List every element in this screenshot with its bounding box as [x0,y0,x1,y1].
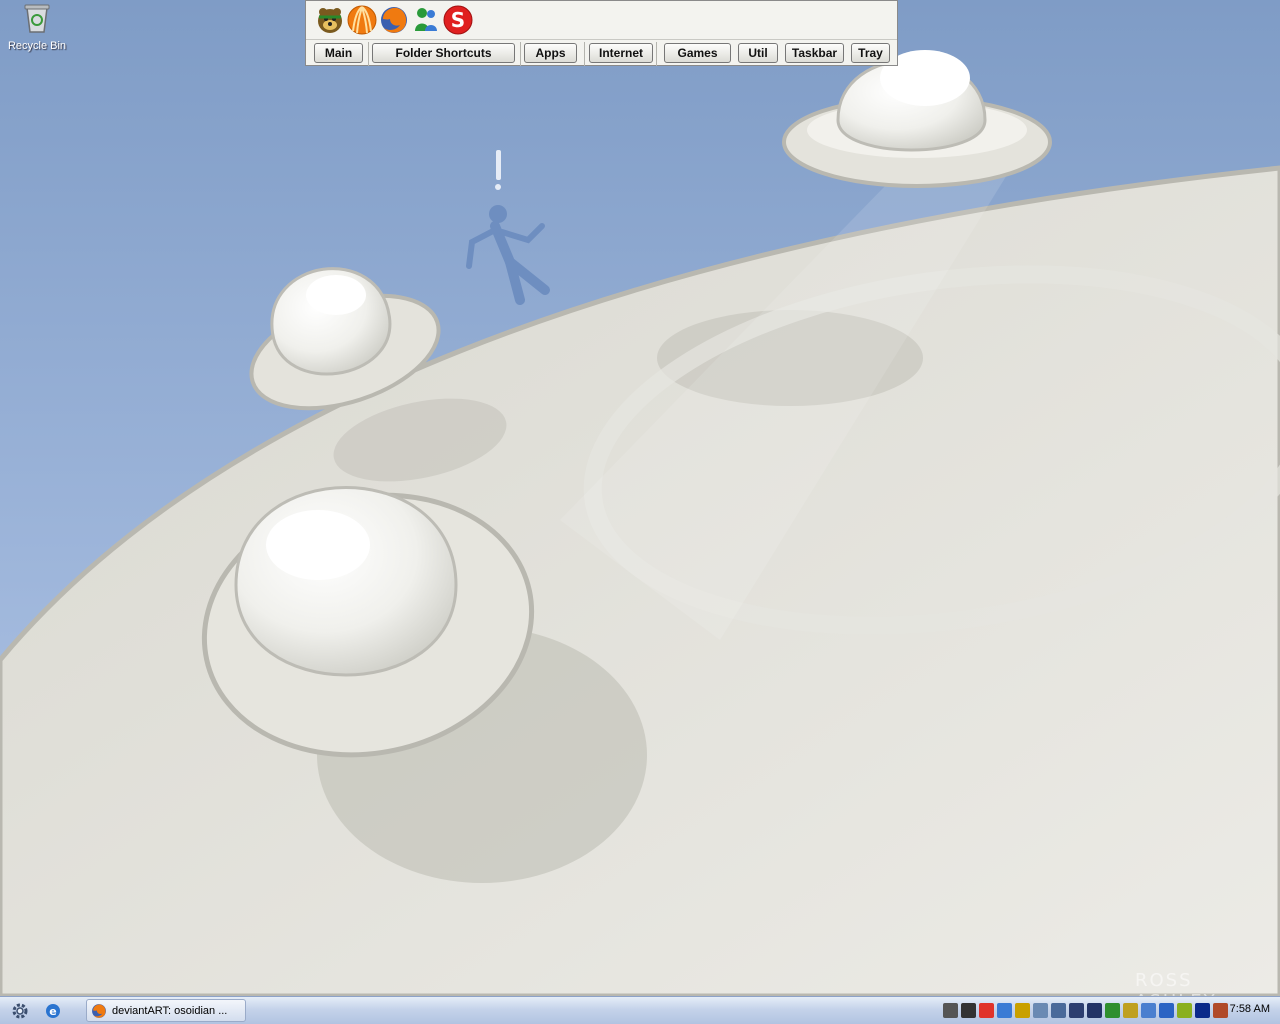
tab-apps[interactable]: Apps [524,43,577,63]
tray-icon[interactable] [1195,1003,1210,1018]
tray-icon[interactable] [1033,1003,1048,1018]
tray-icon[interactable] [1123,1003,1138,1018]
tray-icon[interactable] [961,1003,976,1018]
separator [584,42,585,66]
launcher-tabs: Main Folder Shortcuts Apps Internet Game… [306,39,897,66]
gear-icon [12,1003,28,1019]
recycle-bin-icon [24,4,50,33]
tab-folder-shortcuts[interactable]: Folder Shortcuts [372,43,515,63]
tray-icon[interactable] [943,1003,958,1018]
clock[interactable]: 7:58 AM [1230,1003,1270,1015]
tab-main[interactable]: Main [314,43,363,63]
tray-icon[interactable] [1141,1003,1156,1018]
taskbar: e deviantART: osoidian ... 7:58 AM [0,996,1280,1024]
tray-icon[interactable] [1069,1003,1084,1018]
svg-text:e: e [49,1005,56,1018]
skype-icon[interactable]: S [442,4,474,36]
tray-icon[interactable] [1051,1003,1066,1018]
launcher-toolbar: S Main Folder Shortcuts Apps Internet Ga… [305,0,898,66]
artist-signature: ROSS ASHLEY [1135,970,1215,996]
orange-stripes-icon[interactable] [346,4,378,36]
tab-games[interactable]: Games [664,43,731,63]
taskbar-window-label: deviantART: osoidian ... [112,1004,228,1017]
quicklaunch-ie-button[interactable]: e [44,1000,62,1022]
wallpaper [0,0,1280,996]
start-button[interactable] [10,1000,30,1022]
firefox-icon[interactable] [378,4,410,36]
tray-icon[interactable] [1177,1003,1192,1018]
separator [368,42,369,66]
taskbar-window-button[interactable]: deviantART: osoidian ... [86,999,246,1022]
tray-icon[interactable] [1159,1003,1174,1018]
recycle-bin-label: Recycle Bin [7,40,67,52]
tray-icon[interactable] [1213,1003,1228,1018]
tab-util[interactable]: Util [738,43,778,63]
tray-icon[interactable] [1015,1003,1030,1018]
tab-tray[interactable]: Tray [851,43,890,63]
tab-taskbar[interactable]: Taskbar [785,43,844,63]
tray-icon[interactable] [1105,1003,1120,1018]
launcher-quick-icons: S [314,4,474,38]
separator [520,42,521,66]
tray-icon[interactable] [979,1003,994,1018]
separator [656,42,657,66]
tray-icon[interactable] [1087,1003,1102,1018]
svg-text:S: S [451,8,465,32]
desktop: Recycle Bin ROSS ASHLEY [0,0,1280,996]
recycle-bin-shortcut[interactable]: Recycle Bin [4,2,70,52]
firefox-icon [92,1003,106,1018]
tray-icon[interactable] [997,1003,1012,1018]
internet-explorer-icon: e [46,1004,60,1018]
tab-internet[interactable]: Internet [589,43,653,63]
bear-mascot-icon[interactable] [314,4,346,36]
messenger-icon[interactable] [410,4,442,36]
